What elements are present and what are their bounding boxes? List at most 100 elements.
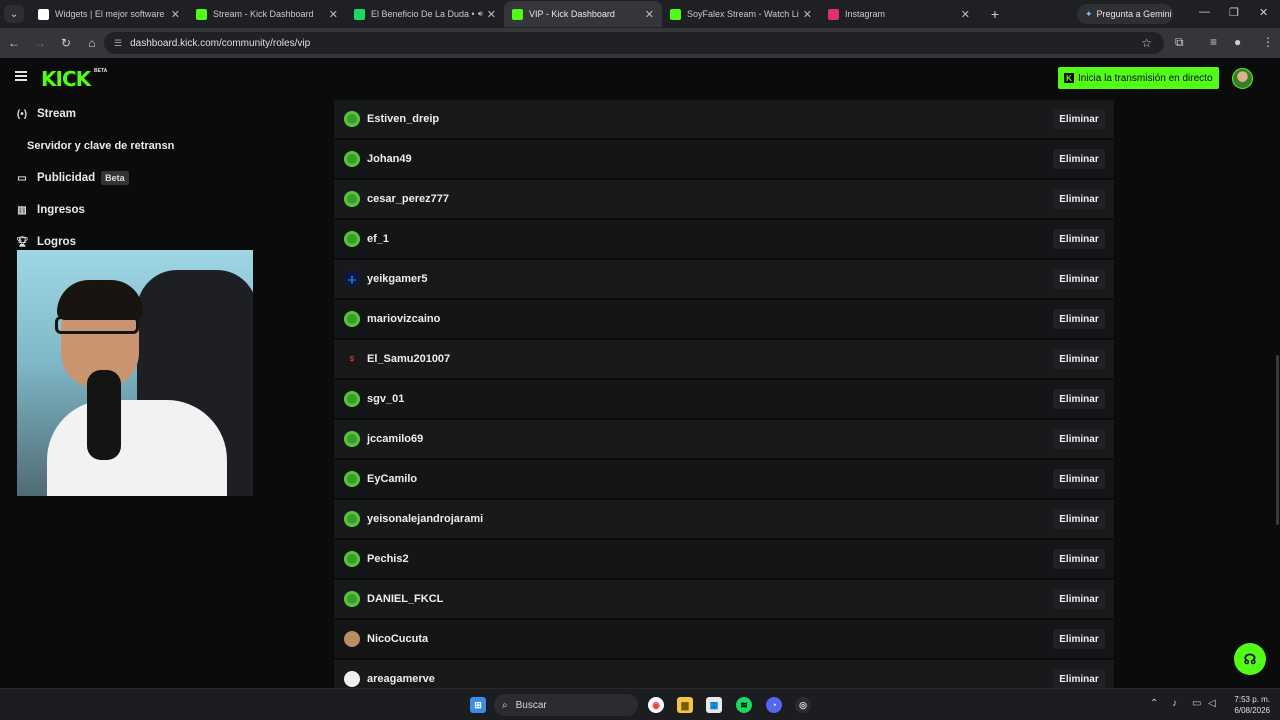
tab-search-button[interactable]: ⌄ bbox=[4, 5, 24, 23]
tab-close-icon[interactable]: ✕ bbox=[961, 8, 970, 21]
tray-overflow-icon[interactable]: ⌃ bbox=[1150, 698, 1158, 709]
remove-vip-button[interactable]: Eliminar bbox=[1053, 429, 1105, 449]
browser-tab[interactable]: Widgets | El mejor software pa ✕ bbox=[30, 1, 188, 27]
user-avatar-icon bbox=[344, 511, 360, 527]
vip-row: DANIEL_FKCL Eliminar bbox=[334, 580, 1114, 618]
vip-username[interactable]: Estiven_dreip bbox=[367, 113, 1053, 125]
vip-row: Johan49 Eliminar bbox=[334, 140, 1114, 178]
tab-close-icon[interactable]: ✕ bbox=[329, 8, 338, 21]
remove-vip-button[interactable]: Eliminar bbox=[1053, 589, 1105, 609]
vip-username[interactable]: Johan49 bbox=[367, 153, 1053, 165]
back-icon[interactable]: ← bbox=[2, 36, 26, 50]
vip-username[interactable]: NicoCucuta bbox=[367, 633, 1053, 645]
url-text: dashboard.kick.com/community/roles/vip bbox=[130, 37, 311, 49]
reload-icon[interactable]: ↻ bbox=[54, 36, 78, 50]
user-avatar-icon bbox=[344, 671, 360, 687]
vip-username[interactable]: cesar_perez777 bbox=[367, 193, 1053, 205]
taskbar-clock[interactable]: 7:53 p. m. 6/08/2026 bbox=[1224, 694, 1270, 716]
home-icon[interactable]: ⌂ bbox=[80, 36, 104, 50]
sidebar-item-achievements[interactable]: 🏆︎ Logros bbox=[16, 232, 76, 252]
discord-icon[interactable]: ◔ bbox=[766, 697, 782, 713]
url-field[interactable]: ☰ dashboard.kick.com/community/roles/vip… bbox=[104, 32, 1164, 54]
beta-badge: Beta bbox=[101, 171, 129, 185]
browser-tab[interactable]: Instagram ✕ bbox=[820, 1, 978, 27]
microphone-icon[interactable]: ♪ bbox=[1172, 698, 1177, 709]
user-avatar-icon bbox=[344, 471, 360, 487]
remove-vip-button[interactable]: Eliminar bbox=[1053, 229, 1105, 249]
tab-favicon-icon bbox=[828, 8, 839, 20]
remove-vip-button[interactable]: Eliminar bbox=[1053, 309, 1105, 329]
vip-username[interactable]: mariovizcaino bbox=[367, 313, 1053, 325]
forward-icon[interactable]: → bbox=[28, 36, 52, 50]
start-icon[interactable]: ⊞ bbox=[470, 697, 486, 713]
vip-row: yeisonalejandrojarami Eliminar bbox=[334, 500, 1114, 538]
user-avatar[interactable] bbox=[1232, 68, 1253, 89]
site-info-icon[interactable]: ☰ bbox=[114, 38, 122, 49]
remove-vip-button[interactable]: Eliminar bbox=[1053, 149, 1105, 169]
kick-logo[interactable]: KICK bbox=[41, 67, 91, 91]
tab-close-icon[interactable]: ✕ bbox=[171, 8, 180, 21]
restore-button[interactable]: ❐ bbox=[1229, 6, 1239, 19]
vip-row: EyCamilo Eliminar bbox=[334, 460, 1114, 498]
obs-icon[interactable]: ◎ bbox=[795, 697, 811, 713]
sidebar-item-stream[interactable]: (•) Stream bbox=[16, 104, 76, 124]
tab-audio-icon[interactable]: 🔊︎ bbox=[478, 9, 483, 19]
remove-vip-button[interactable]: Eliminar bbox=[1053, 469, 1105, 489]
tab-close-icon[interactable]: ✕ bbox=[645, 8, 654, 21]
remove-vip-button[interactable]: Eliminar bbox=[1053, 189, 1105, 209]
browser-tab[interactable]: SoyFalex Stream - Watch Live o ✕ bbox=[662, 1, 820, 27]
vip-username[interactable]: EyCamilo bbox=[367, 473, 1053, 485]
remove-vip-button[interactable]: Eliminar bbox=[1053, 109, 1105, 129]
sidebar-item-server-key[interactable]: Servidor y clave de retransn bbox=[27, 140, 174, 152]
minimize-button[interactable]: — bbox=[1199, 6, 1210, 18]
tab-close-icon[interactable]: ✕ bbox=[803, 8, 812, 21]
bookmark-star-icon[interactable]: ☆ bbox=[1141, 36, 1152, 50]
remove-vip-button[interactable]: Eliminar bbox=[1053, 509, 1105, 529]
page-scrollbar[interactable] bbox=[1276, 355, 1279, 525]
extensions-icon[interactable]: ⧉ bbox=[1175, 35, 1184, 50]
vip-username[interactable]: DANIEL_FKCL bbox=[367, 593, 1053, 605]
vip-username[interactable]: yeisonalejandrojarami bbox=[367, 513, 1053, 525]
remove-vip-button[interactable]: Eliminar bbox=[1053, 349, 1105, 369]
vip-username[interactable]: yeikgamer5 bbox=[367, 273, 1053, 285]
user-avatar-icon bbox=[344, 391, 360, 407]
vip-row: jccamilo69 Eliminar bbox=[334, 420, 1114, 458]
menu-icon[interactable] bbox=[15, 71, 27, 81]
close-window-button[interactable]: ✕ bbox=[1259, 6, 1268, 19]
volume-icon[interactable]: ◁ bbox=[1208, 698, 1216, 709]
go-live-button[interactable]: K Inicia la transmisión en directo bbox=[1058, 67, 1219, 89]
vip-username[interactable]: jccamilo69 bbox=[367, 433, 1053, 445]
remove-vip-button[interactable]: Eliminar bbox=[1053, 629, 1105, 649]
remove-vip-button[interactable]: Eliminar bbox=[1053, 549, 1105, 569]
new-tab-button[interactable]: + bbox=[984, 6, 1006, 22]
store-icon[interactable]: ▦ bbox=[706, 697, 722, 713]
user-avatar-icon bbox=[344, 311, 360, 327]
tab-favicon-icon bbox=[38, 8, 49, 20]
taskbar-search[interactable]: ⌕ Buscar bbox=[494, 694, 638, 716]
browser-tab[interactable]: El Beneficio De La Duda • G 🔊︎ ✕ bbox=[346, 1, 504, 27]
remove-vip-button[interactable]: Eliminar bbox=[1053, 269, 1105, 289]
browser-tab[interactable]: Stream - Kick Dashboard ✕ bbox=[188, 1, 346, 27]
vip-username[interactable]: El_Samu201007 bbox=[367, 353, 1053, 365]
browser-tab[interactable]: VIP - Kick Dashboard ✕ bbox=[504, 1, 662, 27]
profile-icon[interactable]: ● bbox=[1234, 35, 1241, 49]
tab-close-icon[interactable]: ✕ bbox=[487, 8, 496, 21]
vip-username[interactable]: ef_1 bbox=[367, 233, 1053, 245]
vip-username[interactable]: areagamerve bbox=[367, 673, 1053, 685]
vip-username[interactable]: Pechis2 bbox=[367, 553, 1053, 565]
network-icon[interactable]: ▭ bbox=[1192, 698, 1201, 709]
spotify-icon[interactable]: ≋ bbox=[736, 697, 752, 713]
file-explorer-icon[interactable]: ▆ bbox=[677, 697, 693, 713]
remove-vip-button[interactable]: Eliminar bbox=[1053, 669, 1105, 689]
sidebar-item-ads[interactable]: ▭ Publicidad Beta bbox=[16, 168, 129, 188]
sidebar-item-label: Stream bbox=[37, 108, 76, 120]
user-avatar-icon bbox=[344, 591, 360, 607]
remove-vip-button[interactable]: Eliminar bbox=[1053, 389, 1105, 409]
more-menu-icon[interactable]: ⋮ bbox=[1262, 35, 1274, 49]
gemini-button[interactable]: ✦ Pregunta a Gemini bbox=[1077, 4, 1173, 24]
vip-username[interactable]: sgv_01 bbox=[367, 393, 1053, 405]
chrome-icon[interactable]: ◉ bbox=[648, 697, 664, 713]
media-control-icon[interactable]: ≡ bbox=[1210, 35, 1217, 49]
help-chat-button[interactable]: ☊ bbox=[1234, 643, 1266, 675]
sidebar-item-revenue[interactable]: ▥ Ingresos bbox=[16, 200, 85, 220]
